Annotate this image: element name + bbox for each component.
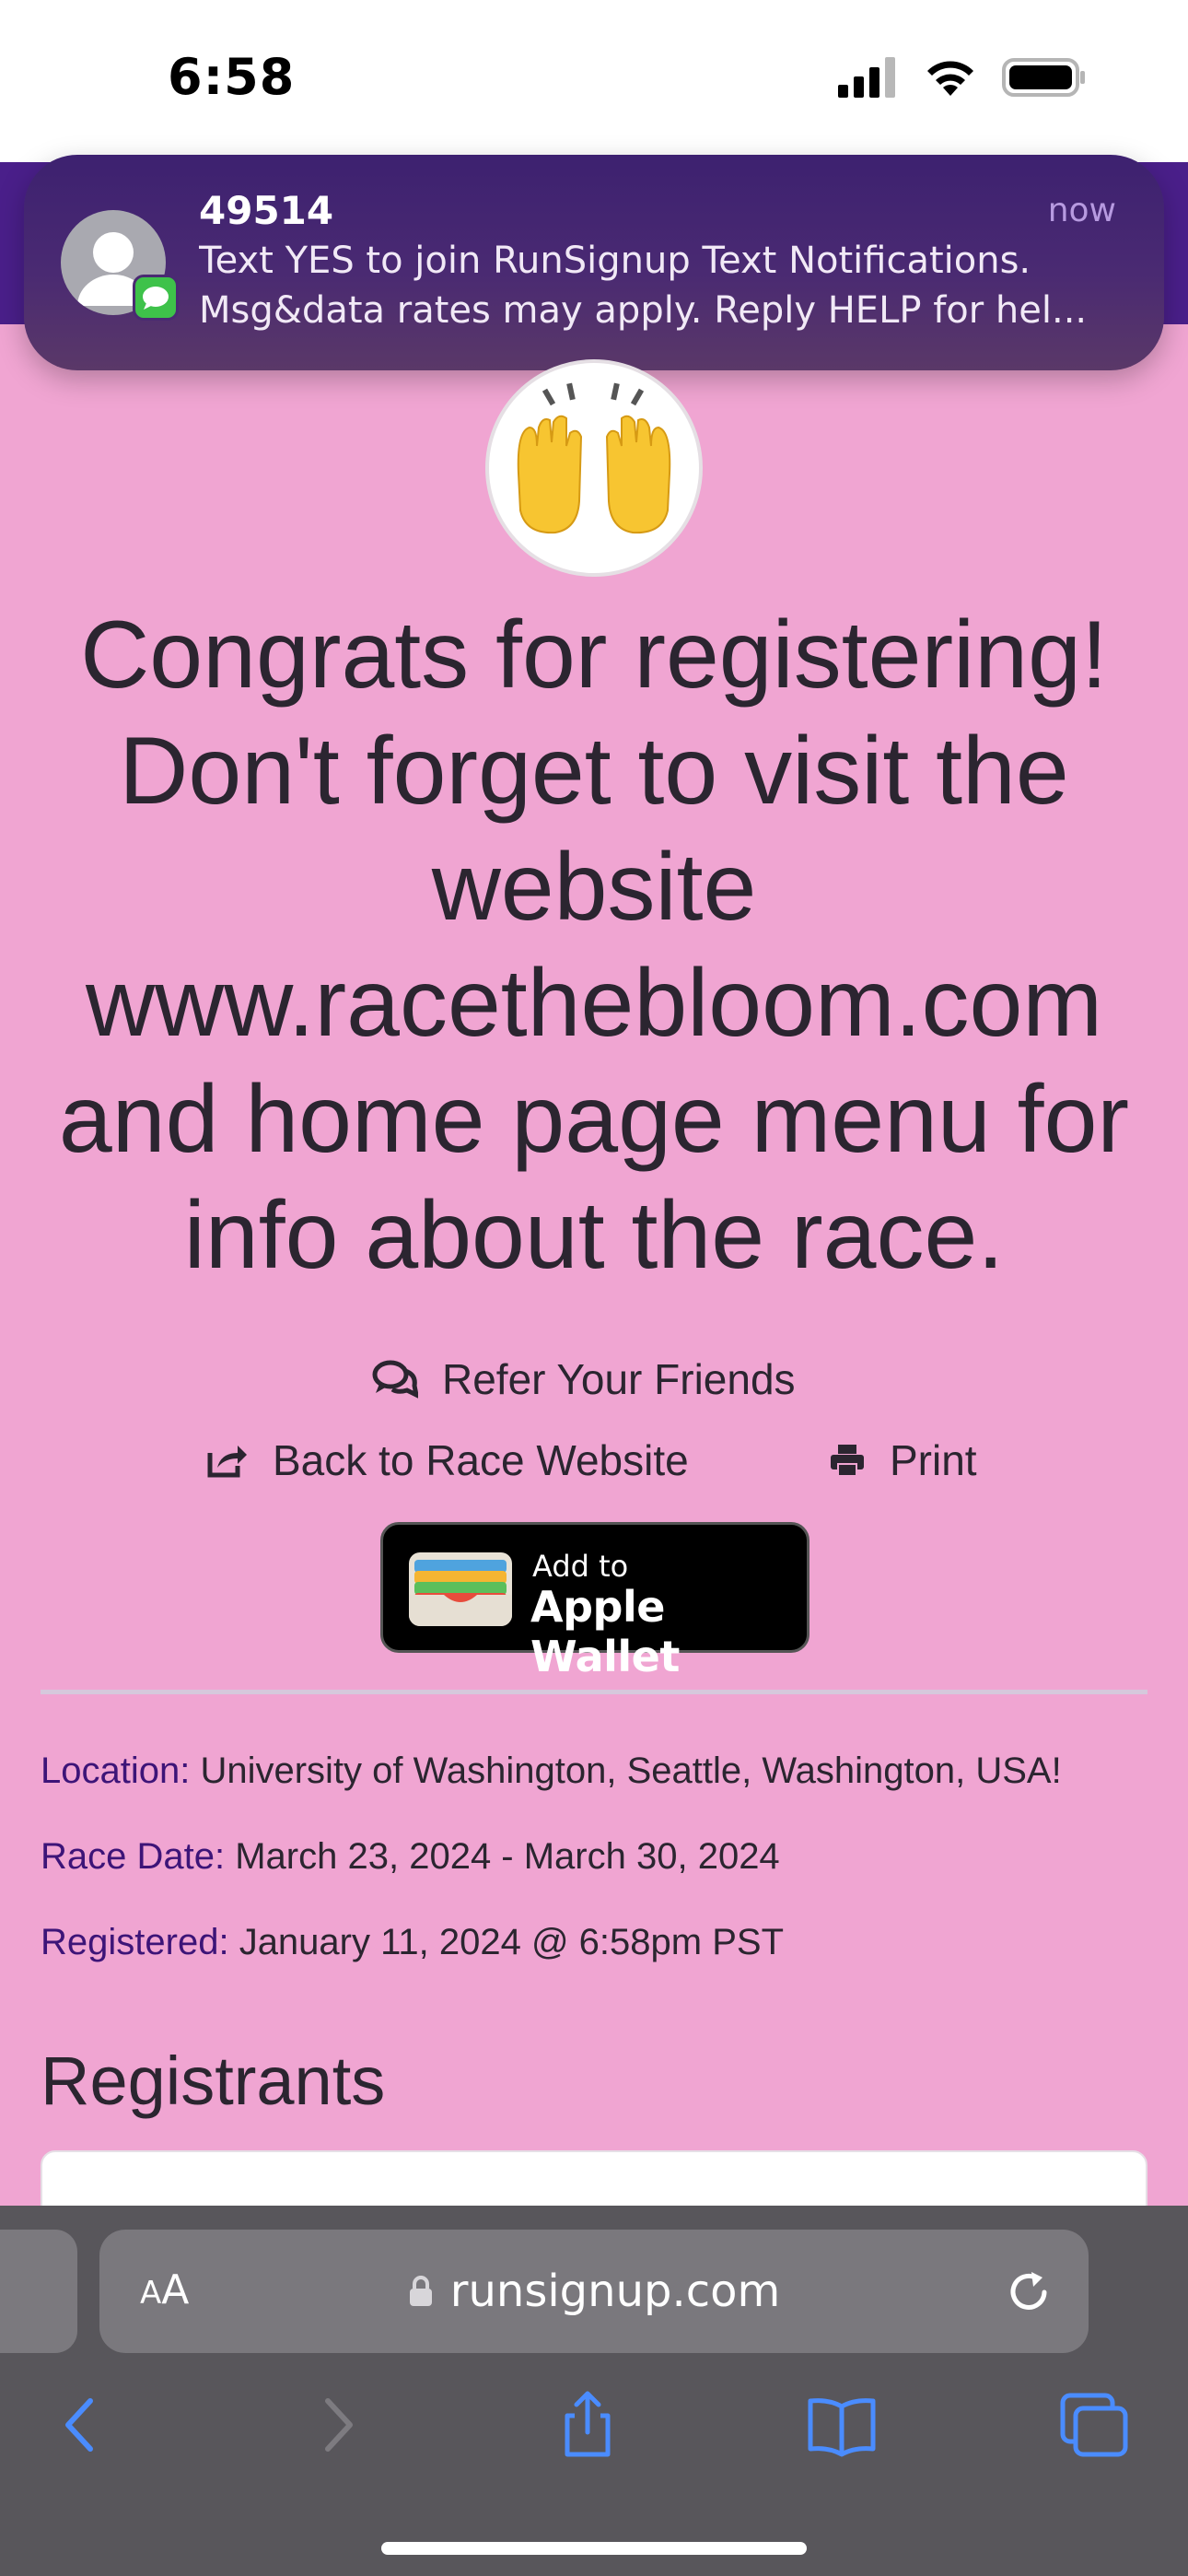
- location-label: Location:: [41, 1751, 191, 1791]
- notification-time: now: [1047, 192, 1116, 229]
- messages-app-icon: [133, 275, 179, 321]
- refer-friends-label: Refer Your Friends: [442, 1355, 796, 1403]
- race-date-row: Race Date: March 23, 2024 - March 30, 20…: [41, 1836, 780, 1878]
- battery-icon: [1002, 58, 1085, 97]
- comments-icon: [372, 1360, 418, 1399]
- registered-value: January 11, 2024 @ 6:58pm PST: [239, 1922, 784, 1962]
- wallet-icon: [409, 1552, 512, 1626]
- add-to-apple-wallet-button[interactable]: Add to Apple Wallet: [380, 1522, 809, 1681]
- confirmation-headline: Congrats for registering! Don't forget t…: [58, 602, 1130, 1289]
- address-bar[interactable]: AA runsignup.com: [99, 2230, 1089, 2353]
- race-date-value: March 23, 2024 - March 30, 2024: [235, 1836, 780, 1877]
- registrants-heading: Registrants: [41, 2043, 386, 2119]
- cellular-signal-icon: [838, 57, 895, 98]
- registered-label: Registered:: [41, 1922, 229, 1962]
- notification-sender: 49514: [199, 188, 334, 233]
- wifi-icon: [927, 61, 973, 96]
- print-label: Print: [890, 1436, 977, 1484]
- previous-tab-preview[interactable]: [0, 2230, 77, 2353]
- browser-toolbar: AA runsignup.com: [0, 2206, 1188, 2576]
- back-icon[interactable]: [44, 2388, 118, 2462]
- share-icon[interactable]: [551, 2388, 624, 2462]
- back-to-race-website-label: Back to Race Website: [273, 1436, 689, 1484]
- raising-hands-icon: [485, 359, 703, 577]
- race-date-label: Race Date:: [41, 1836, 226, 1877]
- home-indicator: [381, 2542, 807, 2555]
- forward-icon[interactable]: [300, 2388, 374, 2462]
- status-bar: 6:58: [0, 0, 1188, 162]
- message-notification[interactable]: 49514 now Text YES to join RunSignup Tex…: [24, 155, 1164, 370]
- notification-body-line2: Msg&data rates may apply. Reply HELP for…: [199, 289, 1088, 332]
- bookmarks-icon[interactable]: [805, 2388, 879, 2462]
- refer-friends-link[interactable]: Refer Your Friends: [372, 1354, 796, 1404]
- url-text: runsignup.com: [449, 2266, 781, 2317]
- printer-icon: [831, 1445, 864, 1477]
- divider: [41, 1690, 1147, 1694]
- reload-icon[interactable]: [1004, 2266, 1054, 2316]
- location-row: Location: University of Washington, Seat…: [41, 1751, 1062, 1792]
- registered-row: Registered: January 11, 2024 @ 6:58pm PS…: [41, 1922, 784, 1963]
- tabs-icon[interactable]: [1057, 2388, 1131, 2462]
- status-icons: [838, 57, 1087, 98]
- status-time: 6:58: [168, 48, 296, 106]
- back-to-race-website-link[interactable]: Back to Race Website: [206, 1435, 689, 1485]
- wallet-add-to-label: Add to: [532, 1549, 629, 1584]
- wallet-apple-wallet-label: Apple Wallet: [530, 1582, 680, 1681]
- lock-icon: [409, 2276, 432, 2306]
- print-link[interactable]: Print: [829, 1435, 977, 1485]
- external-link-icon: [207, 1446, 247, 1478]
- location-value: University of Washington, Seattle, Washi…: [200, 1751, 1062, 1791]
- notification-body-line1: Text YES to join RunSignup Text Notifica…: [199, 240, 1031, 282]
